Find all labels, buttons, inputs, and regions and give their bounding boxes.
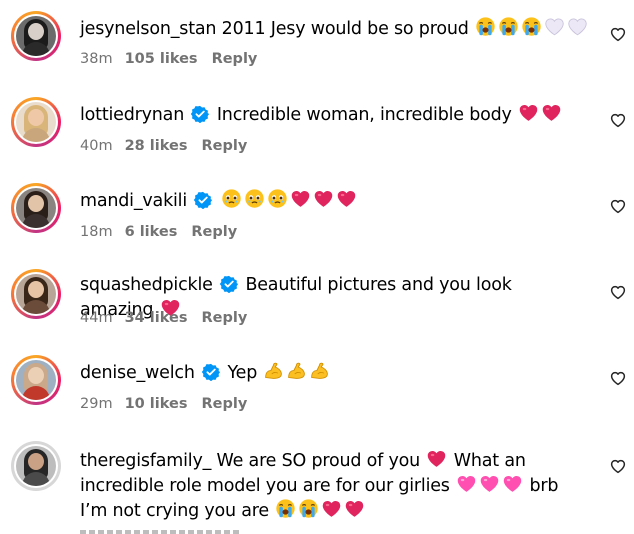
comment-meta: 40m 28 likes Reply (80, 138, 261, 154)
pink-heart-emoji-icon (456, 473, 477, 494)
flexed-biceps-emoji-icon (263, 360, 284, 381)
flexed-biceps-emoji-icon (309, 360, 330, 381)
red-heart-emoji-icon (518, 102, 539, 123)
comment-body: 2011 Jesy would be so proud (221, 19, 469, 39)
likes-count[interactable]: 105 likes (125, 51, 198, 67)
red-heart-emoji-icon (541, 102, 562, 123)
reply-button[interactable]: Reply (201, 138, 247, 154)
verified-badge-icon (191, 105, 209, 123)
timestamp[interactable]: 29m (80, 396, 113, 412)
comment-text: jesynelson_stan 2011 Jesy would be so pr… (80, 16, 590, 41)
heart-outline-icon[interactable] (609, 197, 627, 215)
crying-face-emoji-icon (498, 16, 519, 37)
comment-meta: 38m 105 likes Reply (80, 51, 271, 67)
next-comment-meta-cutoff (80, 530, 240, 534)
comment-meta: 29m 10 likes Reply (80, 396, 261, 412)
teary-face-emoji-icon (244, 188, 265, 209)
emoji-group (220, 191, 358, 211)
timestamp[interactable]: 40m (80, 138, 113, 154)
likes-count[interactable]: 34 likes (125, 310, 188, 326)
flexed-biceps-emoji-icon (286, 360, 307, 381)
reply-button[interactable]: Reply (212, 51, 258, 67)
red-heart-emoji-icon (344, 498, 365, 519)
white-heart-emoji-icon (567, 16, 588, 37)
emoji-group (517, 105, 563, 125)
white-heart-emoji-icon (544, 16, 565, 37)
username[interactable]: mandi_vakili (80, 191, 187, 211)
likes-count[interactable]: 6 likes (125, 224, 178, 240)
username[interactable]: squashedpickle (80, 275, 213, 295)
teary-face-emoji-icon (221, 188, 242, 209)
comment-meta: 18m 6 likes Reply (80, 224, 251, 240)
emoji-group (262, 363, 331, 383)
emoji-group (425, 451, 448, 471)
crying-face-emoji-icon (475, 16, 496, 37)
red-heart-emoji-icon (290, 188, 311, 209)
username[interactable]: denise_welch (80, 363, 195, 383)
emoji-group (474, 19, 589, 39)
comment-body: Incredible woman, incredible body (216, 105, 512, 125)
heart-outline-icon[interactable] (609, 25, 627, 43)
comment-body: Yep (227, 363, 258, 383)
heart-outline-icon[interactable] (609, 369, 627, 387)
comment-body: We are SO proud of you (216, 451, 421, 471)
reply-button[interactable]: Reply (201, 396, 247, 412)
heart-outline-icon[interactable] (609, 111, 627, 129)
username[interactable]: lottiedrynan (80, 105, 184, 125)
verified-badge-icon (202, 363, 220, 381)
comment-meta: 44m 34 likes Reply (80, 310, 261, 326)
comment-text: denise_welch Yep (80, 360, 590, 385)
comment-text: mandi_vakili (80, 188, 590, 213)
timestamp[interactable]: 38m (80, 51, 113, 67)
username[interactable]: theregisfamily_ (80, 451, 211, 471)
verified-badge-icon (194, 191, 212, 209)
avatar[interactable] (11, 355, 61, 405)
username[interactable]: jesynelson_stan (80, 19, 216, 39)
timestamp[interactable]: 18m (80, 224, 113, 240)
likes-count[interactable]: 28 likes (125, 138, 188, 154)
comment-text: lottiedrynan Incredible woman, incredibl… (80, 102, 590, 127)
crying-face-emoji-icon (521, 16, 542, 37)
reply-button[interactable]: Reply (201, 310, 247, 326)
crying-face-emoji-icon (298, 498, 319, 519)
emoji-group (274, 501, 366, 521)
avatar[interactable] (11, 183, 61, 233)
avatar[interactable] (11, 269, 61, 319)
red-heart-emoji-icon (313, 188, 334, 209)
reply-button[interactable]: Reply (191, 224, 237, 240)
pink-heart-emoji-icon (479, 473, 500, 494)
heart-outline-icon[interactable] (609, 283, 627, 301)
avatar[interactable] (11, 11, 61, 61)
teary-face-emoji-icon (267, 188, 288, 209)
crying-face-emoji-icon (275, 498, 296, 519)
red-heart-emoji-icon (336, 188, 357, 209)
emoji-group (455, 476, 524, 496)
likes-count[interactable]: 10 likes (125, 396, 188, 412)
red-heart-emoji-icon (426, 448, 447, 469)
avatar[interactable] (11, 441, 61, 491)
pink-heart-emoji-icon (502, 473, 523, 494)
avatar[interactable] (11, 97, 61, 147)
red-heart-emoji-icon (321, 498, 342, 519)
heart-outline-icon[interactable] (609, 457, 627, 475)
comment-text: theregisfamily_ We are SO proud of you W… (80, 448, 580, 523)
verified-badge-icon (220, 275, 238, 293)
timestamp[interactable]: 44m (80, 310, 113, 326)
